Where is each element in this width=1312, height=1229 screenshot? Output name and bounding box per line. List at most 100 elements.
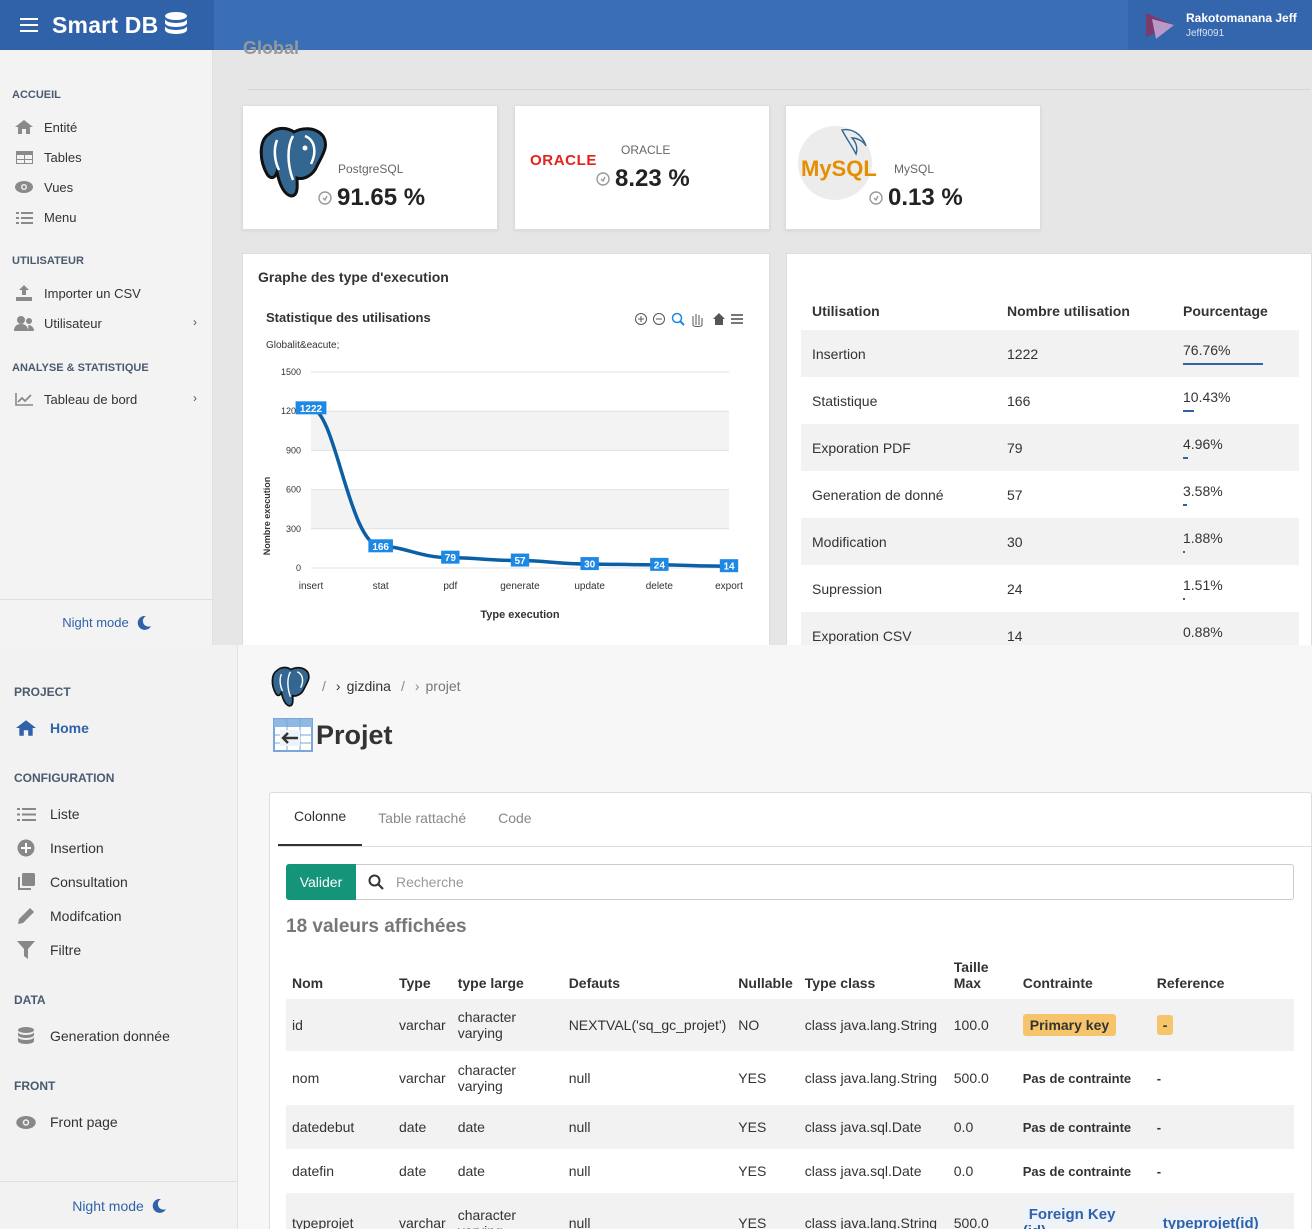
cell-nullable: NO [732, 999, 799, 1051]
cell-text: 100.0 [953, 1017, 989, 1033]
divider [248, 89, 1310, 90]
search-row: Valider Recherche [286, 864, 1294, 900]
cell-type: varchar [393, 1051, 452, 1105]
chevron-right-icon: › [335, 678, 341, 694]
sidebar-item-front-page[interactable]: Front page [16, 1110, 118, 1134]
sidebar-item-utilisateur[interactable]: Utilisateur › [0, 308, 213, 338]
usage-count-cell: 30 [996, 518, 1172, 565]
search-icon [368, 874, 384, 890]
usage-type-cell: Exporation CSV [801, 612, 996, 645]
cell-taille: 100.0 [947, 999, 1017, 1051]
cell-type: varchar [393, 1193, 452, 1229]
table-row: typeprojet varchar character varying null YE… [286, 1193, 1294, 1229]
tab-colonne[interactable]: Colonne [278, 808, 363, 846]
sidebar-item-filtre[interactable]: Filtre [16, 938, 81, 962]
eye-icon [16, 1113, 36, 1131]
column-header: Nombre utilisation [1007, 303, 1130, 319]
cell-text: nom [292, 1070, 320, 1086]
user-menu[interactable]: Rakotomanana Jeff Jeff9091 [1128, 0, 1312, 50]
page-title: Projet [272, 717, 393, 753]
cell-nullable: YES [732, 1105, 799, 1149]
oracle-logo: ORACLE [530, 152, 597, 169]
cell-text: Supression [812, 580, 883, 597]
hamburger-menu-icon[interactable] [20, 14, 38, 36]
usage-row: Exporation CSV 14 0.88% [801, 612, 1299, 645]
breadcrumb-item-gizdina[interactable]: gizdina [347, 678, 391, 694]
sidebar-item-label: Utilisateur [44, 315, 102, 331]
mysql-logo-text: MySQL [801, 156, 877, 181]
clock-icon [869, 191, 883, 205]
db-card-postgresql: PostgreSQL 91.65 % [242, 105, 498, 230]
column-header: Defauts [568, 975, 621, 991]
cell-reference: - [1150, 1105, 1294, 1149]
cell-text: character varying [457, 1062, 517, 1094]
chevron-right-icon: › [193, 391, 197, 405]
usage-type-cell: Generation de donné [801, 471, 996, 518]
chart-menu-icon[interactable] [731, 314, 743, 324]
zoom-selection-icon[interactable] [671, 312, 685, 326]
x-tick-label: pdf [443, 581, 457, 592]
night-mode-toggle[interactable]: Night mode [0, 599, 213, 645]
sidebar-item-label: Menu [44, 209, 77, 225]
cell-nullable: YES [732, 1051, 798, 1105]
db-percent-value: 91.65 % [337, 184, 426, 211]
cell-text: Primary key [1022, 1014, 1117, 1036]
cell-text: YES [738, 1163, 767, 1179]
cell-text: Foreign Key (id) [1022, 1204, 1116, 1229]
sidebar-item-label: Consultation [50, 874, 128, 890]
usage-row: Supression 24 1.51% [801, 565, 1299, 612]
night-mode-toggle[interactable]: Night mode [0, 1181, 238, 1229]
cell-text: varchar [399, 1215, 446, 1229]
x-tick-label: stat [373, 581, 389, 592]
reset-home-icon[interactable] [713, 313, 725, 325]
data-label-text: 79 [445, 553, 457, 564]
data-label: 166 [368, 539, 393, 553]
cell-text: varchar [399, 1070, 446, 1086]
zoom-out-icon[interactable] [653, 313, 665, 325]
tab-code[interactable]: Code [482, 810, 547, 846]
cell-type: varchar [393, 999, 452, 1051]
cell-text: YES [738, 1119, 767, 1135]
sidebar-section-project: PROJECT [14, 685, 71, 699]
sidebar-item-tableau-de-bord[interactable]: Tableau de bord › [0, 384, 213, 414]
db-name: ORACLE [621, 143, 671, 157]
usage-row: Statistique 166 10.43% [801, 377, 1299, 424]
sidebar-item-menu[interactable]: Menu [0, 202, 213, 232]
columns-table: Nom Type type large Defauts Nullable Typ… [286, 951, 1294, 1229]
columns-table-header: Nom Type type large Defauts Nullable Typ… [286, 951, 1294, 999]
sidebar-item-label: Filtre [50, 942, 82, 958]
sidebar-item-tables[interactable]: Tables [0, 142, 213, 172]
sidebar-section-analyse: ANALYSE & STATISTIQUE [12, 362, 149, 374]
tab-table-rattache[interactable]: Table rattaché [362, 810, 482, 846]
sidebar-item-home[interactable]: Home [16, 716, 89, 740]
sidebar-item-insertion[interactable]: Insertion [16, 836, 104, 860]
filter-icon [16, 941, 36, 959]
sidebar-item-label: Modifcation [50, 908, 122, 924]
cell-text: Pas de contrainte [1022, 1164, 1132, 1179]
sidebar-item-modification[interactable]: Modifcation [16, 904, 122, 928]
cell-text: 500.0 [953, 1215, 989, 1229]
search-input[interactable]: Recherche [356, 864, 1294, 900]
sidebar-item-generation-donnee[interactable]: Generation donnée [16, 1024, 170, 1048]
sidebar-item-entite[interactable]: Entité [0, 112, 213, 142]
cell-text: - [1156, 1015, 1174, 1035]
usage-count-cell: 24 [996, 565, 1172, 612]
cell-text: Statistique [812, 392, 878, 409]
cell-defaut: null [562, 1105, 733, 1149]
column-header: Pourcentage [1183, 303, 1268, 319]
pan-icon[interactable] [692, 314, 703, 327]
night-mode-label: Night mode [62, 615, 129, 630]
usage-count-cell: 57 [996, 471, 1172, 518]
chart-card: Graphe des type d'execution Statistique … [242, 253, 770, 645]
sidebar-item-importer-csv[interactable]: Importer un CSV [0, 278, 213, 308]
sidebar-item-liste[interactable]: Liste [16, 802, 80, 826]
clock-icon [318, 191, 332, 205]
cell-large: date [451, 1105, 563, 1149]
upload-icon [14, 285, 34, 301]
usage-percent-cell: 3.58% [1172, 471, 1299, 518]
sidebar-item-consultation[interactable]: Consultation [16, 870, 128, 894]
sidebar-item-vues[interactable]: Vues [0, 172, 213, 202]
valider-button[interactable]: Valider [286, 864, 356, 900]
values-count: 18 valeurs affichées [286, 916, 467, 937]
zoom-in-icon[interactable] [635, 313, 647, 325]
